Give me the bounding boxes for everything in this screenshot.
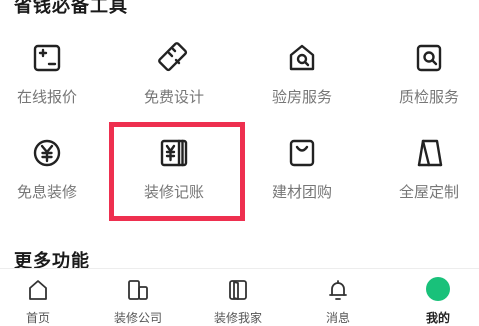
tab-label: 装修我家: [213, 311, 262, 325]
yuan-coin-icon: [31, 137, 63, 169]
tab-my-home[interactable]: 装修我家: [188, 269, 288, 325]
bottom-tab-bar: 首页 装修公司 装修我家 消息 我的: [0, 268, 479, 325]
tool-label: 免息装修: [16, 183, 77, 201]
quality-check-icon: [413, 42, 445, 74]
tab-messages[interactable]: 消息: [288, 269, 388, 325]
tab-company[interactable]: 装修公司: [88, 269, 188, 325]
home-icon: [26, 278, 50, 302]
company-icon: [126, 278, 150, 302]
tool-whole-house-custom[interactable]: 全屋定制: [369, 137, 479, 217]
tool-label: 建材团购: [271, 183, 332, 201]
ruler-pencil-icon: [158, 42, 190, 74]
my-home-icon: [226, 278, 250, 302]
tool-group-buy[interactable]: 建材团购: [242, 137, 362, 217]
tab-profile[interactable]: 我的: [388, 269, 479, 325]
profile-icon: [426, 277, 450, 301]
highlight-box: [109, 122, 245, 221]
bell-icon: [326, 278, 350, 302]
tab-label: 我的: [425, 311, 450, 325]
tool-interest-free[interactable]: 免息装修: [0, 137, 107, 217]
tab-label: 装修公司: [113, 311, 162, 325]
tab-home[interactable]: 首页: [0, 269, 88, 325]
tools-section-title: 省钱必备工具: [14, 0, 128, 17]
wardrobe-icon: [413, 137, 445, 169]
calculator-icon: [31, 42, 63, 74]
tool-house-inspection[interactable]: 验房服务: [242, 42, 362, 122]
tool-label: 验房服务: [271, 88, 332, 106]
house-search-icon: [286, 42, 318, 74]
tool-label: 全屋定制: [398, 183, 459, 201]
tab-label: 消息: [325, 311, 350, 325]
tool-quality-check[interactable]: 质检服务: [369, 42, 479, 122]
tool-label: 免费设计: [143, 88, 204, 106]
tool-label: 在线报价: [16, 88, 77, 106]
tool-online-quote[interactable]: 在线报价: [0, 42, 107, 122]
tool-label: 质检服务: [398, 88, 459, 106]
tab-label: 首页: [25, 311, 50, 325]
tool-free-design[interactable]: 免费设计: [114, 42, 234, 122]
shopping-bag-icon: [286, 137, 318, 169]
